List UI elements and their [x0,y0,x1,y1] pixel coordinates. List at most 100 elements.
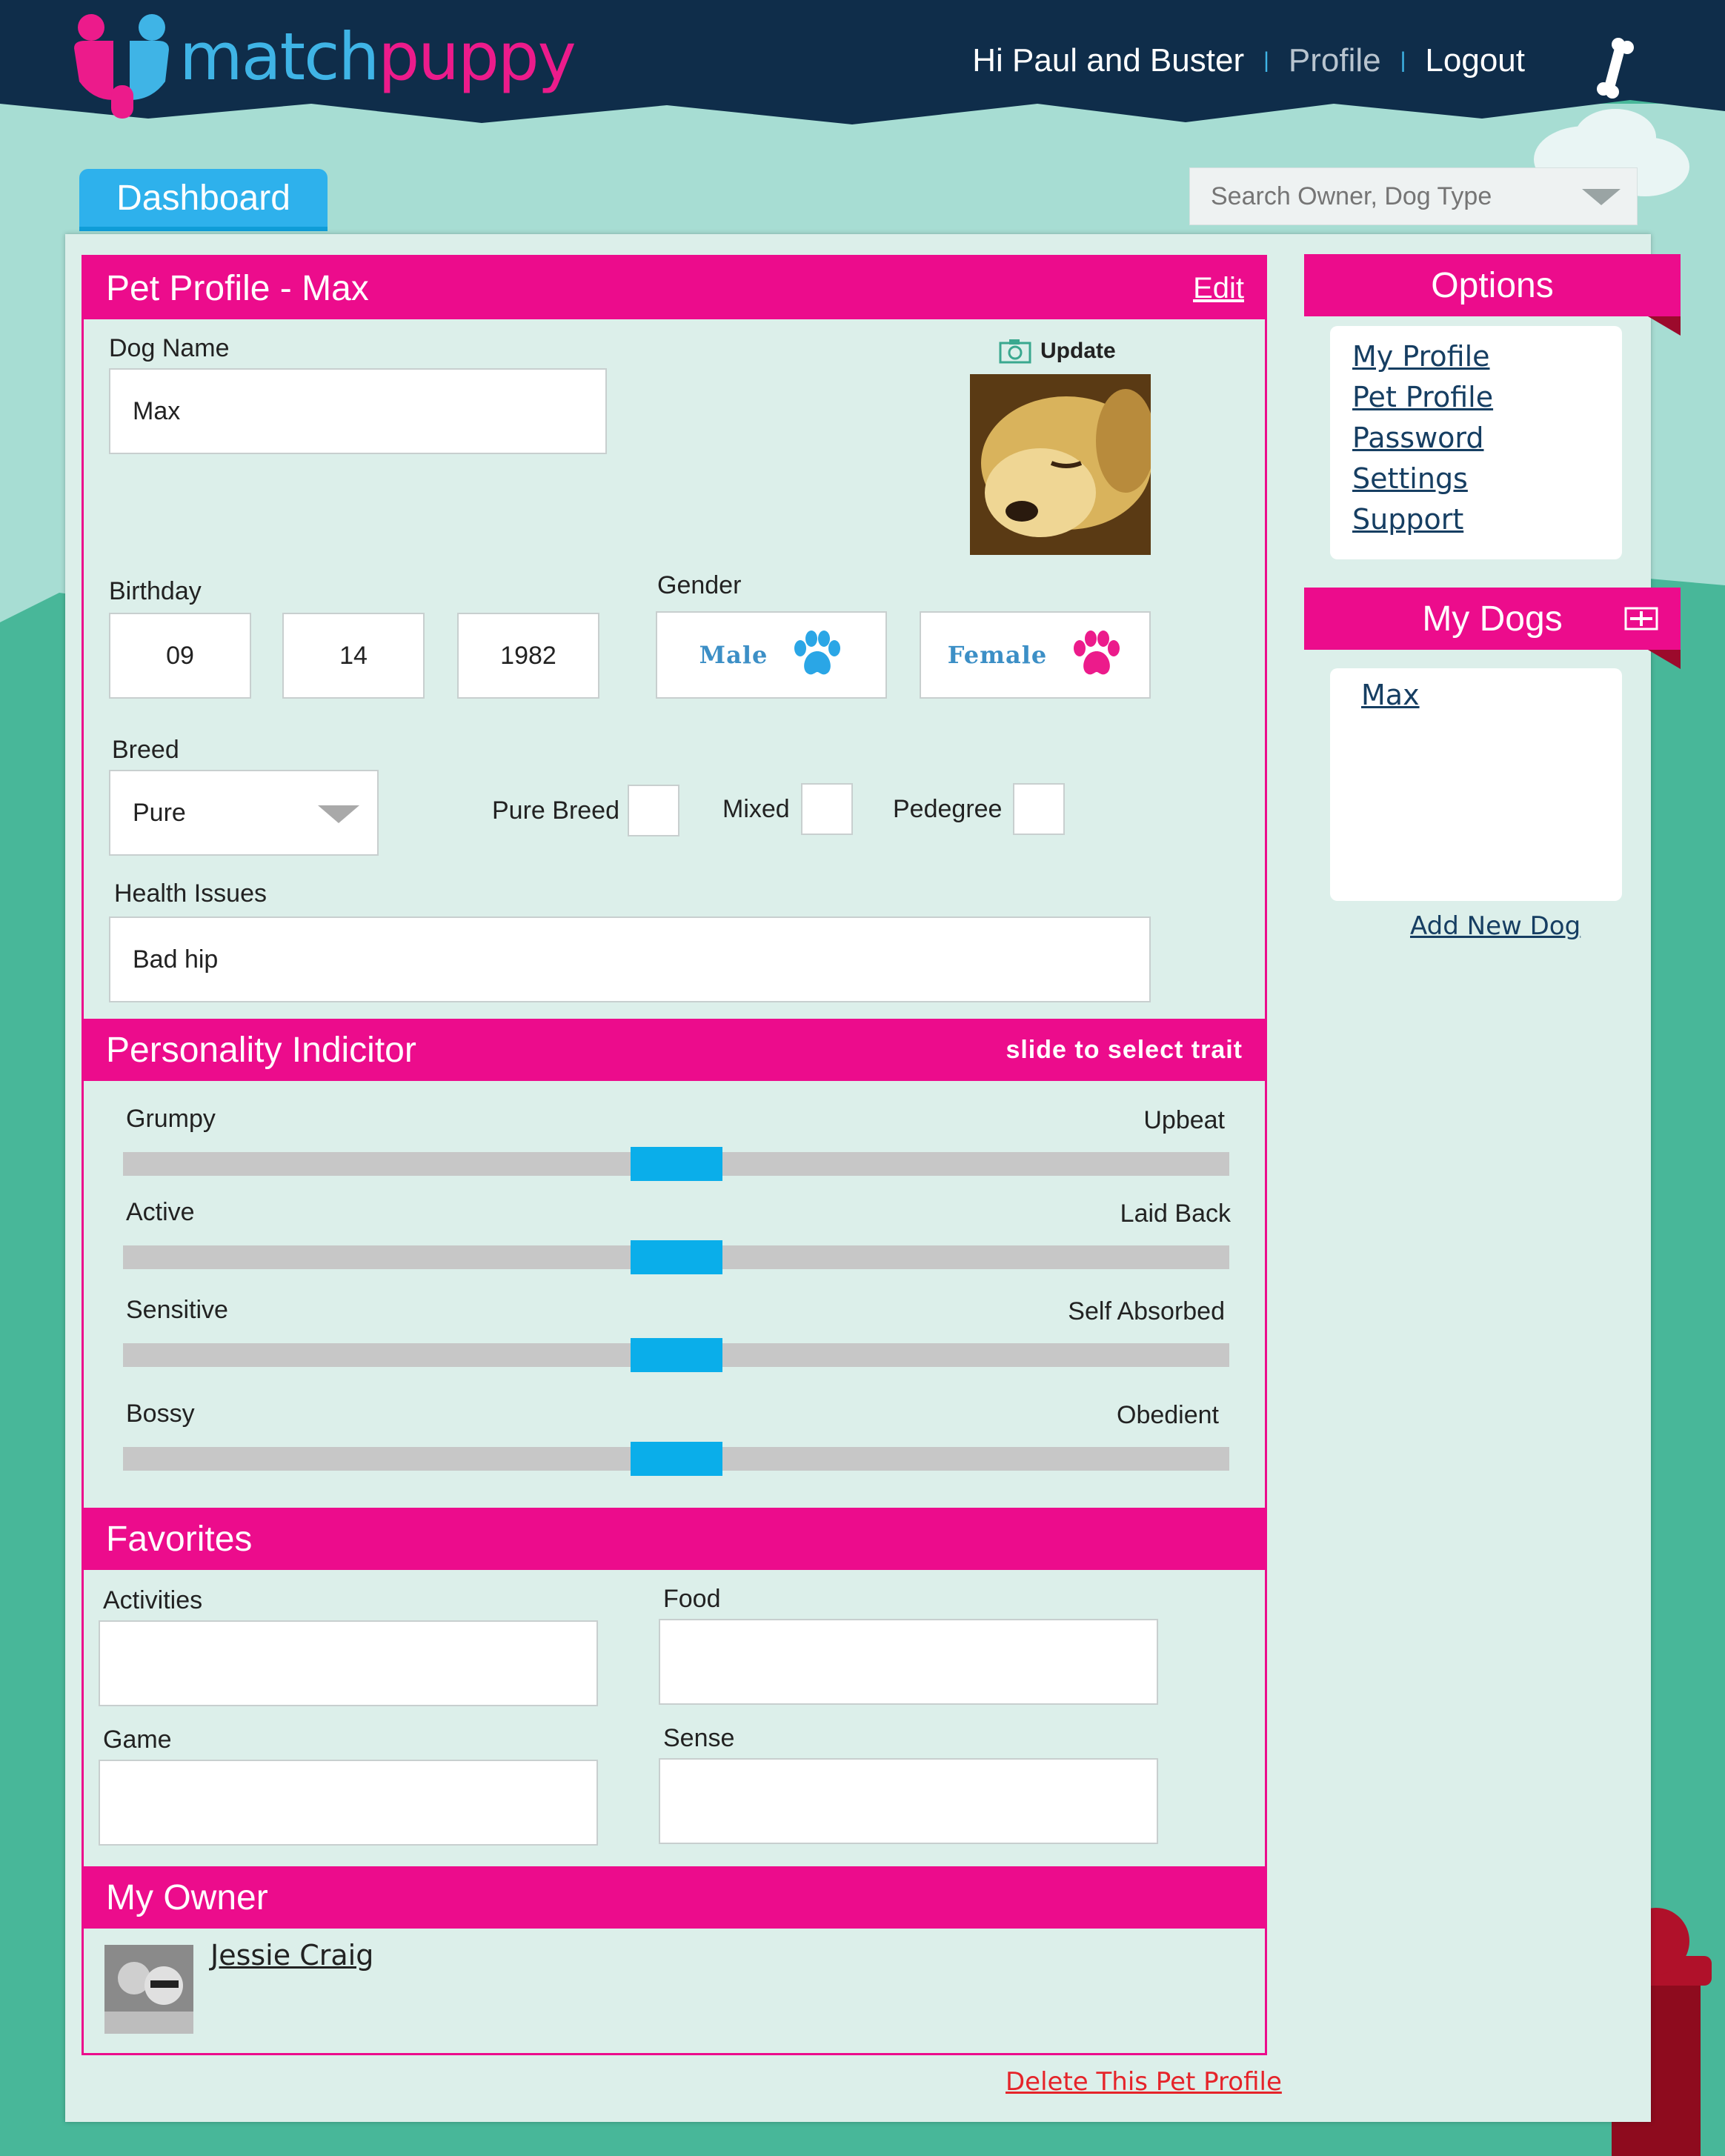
trait-left-label: Active [126,1198,195,1226]
logo-icon [74,14,169,119]
pedegree-checkbox[interactable] [1013,783,1065,835]
sense-input[interactable] [660,1760,1157,1843]
favorites-title: Favorites [106,1519,253,1559]
gender-female-button[interactable]: Female [920,611,1151,699]
trait-slider-track[interactable] [123,1240,1229,1274]
delete-pet-profile-link[interactable]: Delete This Pet Profile [1006,2067,1282,2097]
my-dogs-title: My Dogs [1422,599,1563,639]
chevron-down-icon[interactable] [1582,189,1621,205]
birthday-month-input[interactable] [110,614,250,697]
birthday-label: Birthday [109,577,202,605]
ribbon-fold [1648,316,1681,336]
breed-select[interactable] [109,770,379,856]
birthday-year-field[interactable] [457,613,599,699]
matchpuppy-logo[interactable]: matchpuppy [70,11,576,122]
trait-slider-thumb[interactable] [631,1147,722,1181]
options-link-my-profile[interactable]: My Profile [1352,336,1622,377]
nav-profile-link[interactable]: Profile [1289,42,1381,79]
sense-label: Sense [663,1724,735,1752]
game-field[interactable] [99,1760,598,1846]
gender-label: Gender [657,571,742,599]
personality-hint: slide to select trait [1006,1035,1243,1064]
dog-name-field[interactable] [109,368,607,454]
trait-right-label: Obedient [1117,1401,1219,1429]
health-issues-label: Health Issues [114,879,267,908]
pet-profile-form: Pet Profile - Max Edit Dog Name Update B… [82,255,1267,2055]
tab-dashboard[interactable]: Dashboard [79,169,328,231]
add-new-dog-link[interactable]: Add New Dog [1410,911,1581,941]
food-label: Food [663,1585,721,1613]
trait-left-label: Bossy [126,1400,195,1428]
dog-name-input[interactable] [110,370,605,453]
mixed-checkbox[interactable] [801,783,853,835]
health-issues-input[interactable] [110,918,1149,1001]
my-owner-header: My Owner [84,1866,1265,1929]
camera-icon [999,339,1031,364]
photo-update[interactable]: Update [999,339,1116,364]
my-owner-title: My Owner [106,1877,268,1917]
options-card: My Profile Pet Profile Password Settings… [1330,326,1622,559]
search-input[interactable] [1211,182,1559,211]
pet-profile-title: Pet Profile - Max [106,268,369,308]
mixed-label: Mixed [722,795,790,823]
favorites-header: Favorites [84,1508,1265,1570]
trait-slider-thumb[interactable] [631,1240,722,1274]
owner-name-link[interactable]: Jessie Craig [210,1939,373,1972]
birthday-day-field[interactable] [282,613,425,699]
birthday-day-input[interactable] [284,614,423,697]
trait-slider-track[interactable] [123,1147,1229,1181]
breed-label: Breed [112,736,179,764]
trait-slider-track[interactable] [123,1442,1229,1476]
game-input[interactable] [100,1761,596,1844]
activities-field[interactable] [99,1620,598,1706]
dog-photo [970,374,1151,555]
bone-icon [1597,38,1634,99]
trait-slider-thumb[interactable] [631,1442,722,1476]
options-link-pet-profile[interactable]: Pet Profile [1352,377,1622,418]
my-dogs-header: My Dogs [1304,588,1681,650]
pure-breed-checkbox[interactable] [628,785,679,836]
options-header: Options [1304,254,1681,316]
options-link-support[interactable]: Support [1352,499,1622,540]
food-input[interactable] [660,1620,1157,1703]
birthday-year-input[interactable] [459,614,598,697]
trait-left-label: Sensitive [126,1296,228,1324]
pink-paw-icon [1074,631,1120,675]
gender-female-label: Female [947,641,1048,669]
game-label: Game [103,1726,172,1754]
photo-update-label: Update [1040,339,1116,363]
health-issues-field[interactable] [109,916,1151,1002]
blue-paw-icon [794,631,841,675]
personality-title: Personality Indicitor [106,1030,416,1070]
dog-name-label: Dog Name [109,334,230,362]
add-dog-icon[interactable] [1624,607,1658,631]
options-link-settings[interactable]: Settings [1352,459,1622,499]
trait-slider-thumb[interactable] [631,1338,722,1372]
edit-link[interactable]: Edit [1193,272,1244,305]
chevron-down-icon[interactable] [318,805,359,823]
top-nav: Hi Paul and Buster | Profile | Logout [972,39,1525,83]
pedegree-label: Pedegree [893,795,1003,823]
gender-male-label: Male [699,641,768,669]
search-box[interactable] [1189,167,1638,225]
gender-male-button[interactable]: Male [656,611,887,699]
nav-separator: | [1263,48,1269,73]
sense-field[interactable] [659,1758,1158,1844]
trait-right-label: Upbeat [1143,1106,1225,1134]
logo-text: matchpuppy [179,19,576,95]
nav-logout-link[interactable]: Logout [1425,42,1525,79]
food-field[interactable] [659,1619,1158,1705]
trait-right-label: Self Absorbed [1068,1297,1225,1325]
pure-breed-label: Pure Breed [492,796,619,825]
options-link-password[interactable]: Password [1352,418,1622,459]
my-dogs-card: Max [1330,668,1622,901]
birthday-month-field[interactable] [109,613,251,699]
pet-profile-header: Pet Profile - Max Edit [84,257,1265,319]
ribbon-fold [1648,650,1681,669]
greeting-text: Hi Paul and Buster [972,42,1245,79]
my-dogs-item[interactable]: Max [1361,679,1622,711]
activities-input[interactable] [100,1622,596,1705]
trait-right-label: Laid Back [1120,1200,1231,1228]
owner-avatar[interactable] [104,1945,193,2034]
trait-slider-track[interactable] [123,1338,1229,1372]
